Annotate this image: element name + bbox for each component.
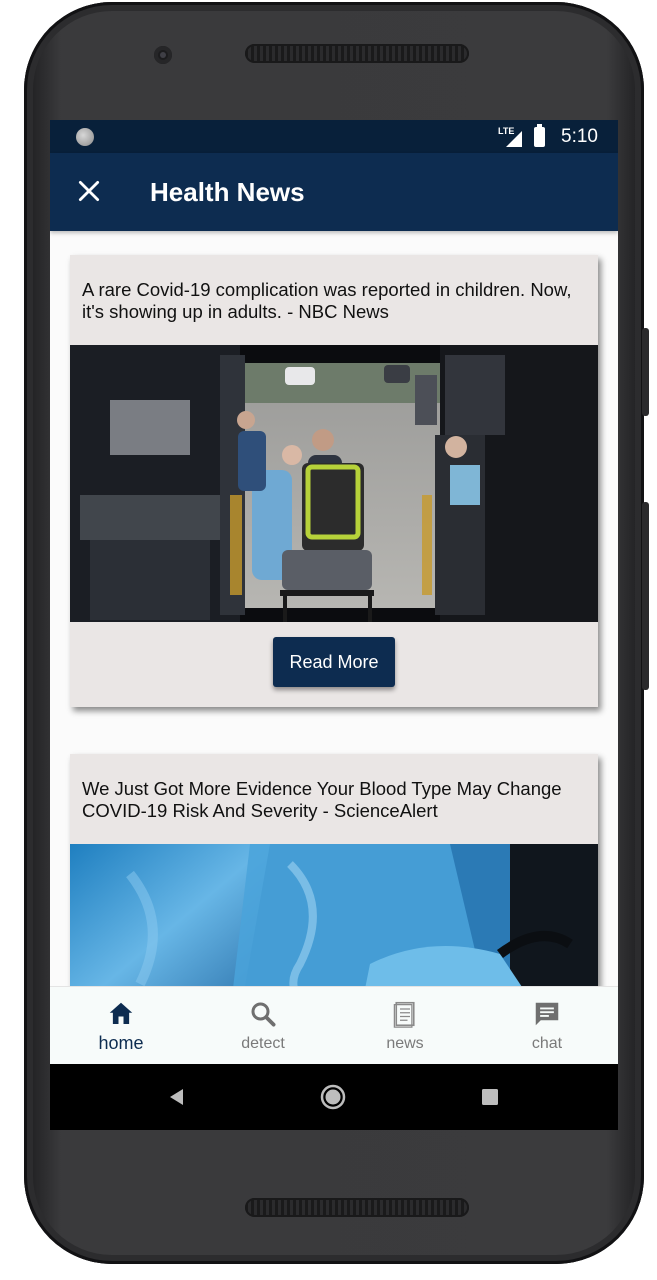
clock: 5:10 — [561, 126, 598, 147]
nav-chat[interactable]: chat — [476, 987, 618, 1065]
news-card-title: We Just Got More Evidence Your Blood Typ… — [82, 778, 562, 821]
read-more-button[interactable]: Read More — [273, 637, 395, 687]
news-icon — [393, 1001, 415, 1028]
nav-label: chat — [531, 1035, 563, 1052]
page-title: Health News — [150, 177, 305, 207]
notification-icon — [76, 128, 94, 146]
news-card-image — [70, 345, 598, 622]
front-camera — [154, 46, 172, 64]
home-button-icon[interactable] — [320, 1084, 346, 1110]
nav-label: news — [386, 1035, 424, 1052]
news-card-title: A rare Covid-19 complication was reporte… — [82, 279, 572, 322]
nav-label: home — [98, 1033, 144, 1053]
status-indicators: LTE 5:10 — [498, 124, 598, 150]
nav-label: detect — [241, 1035, 285, 1052]
close-icon[interactable] — [76, 178, 102, 204]
home-icon — [109, 1002, 133, 1024]
news-card: We Just Got More Evidence Your Blood Typ… — [70, 754, 598, 986]
system-navigation-bar — [50, 1064, 618, 1130]
battery-icon — [534, 124, 546, 147]
power-button — [642, 502, 649, 690]
app-bar: Health News — [50, 153, 618, 231]
top-speaker — [245, 44, 469, 63]
back-icon[interactable] — [167, 1087, 187, 1107]
bottom-speaker — [245, 1198, 469, 1217]
nav-news[interactable]: news — [334, 987, 476, 1065]
screen: LTE 5:10 Health News A rare Covid-19 com… — [50, 120, 618, 1130]
volume-button — [642, 328, 649, 416]
bottom-navigation: home detect news chat — [50, 986, 618, 1064]
nav-detect[interactable]: detect — [192, 987, 334, 1065]
nav-home[interactable]: home — [50, 987, 192, 1065]
news-card: A rare Covid-19 complication was reporte… — [70, 255, 598, 707]
recent-apps-icon[interactable] — [482, 1089, 498, 1105]
search-icon — [251, 1002, 276, 1027]
signal-icon: LTE — [498, 126, 523, 148]
status-bar: LTE 5:10 — [50, 120, 618, 153]
news-card-image — [70, 844, 598, 986]
chat-icon — [535, 1002, 559, 1026]
news-feed[interactable]: A rare Covid-19 complication was reporte… — [50, 231, 618, 986]
